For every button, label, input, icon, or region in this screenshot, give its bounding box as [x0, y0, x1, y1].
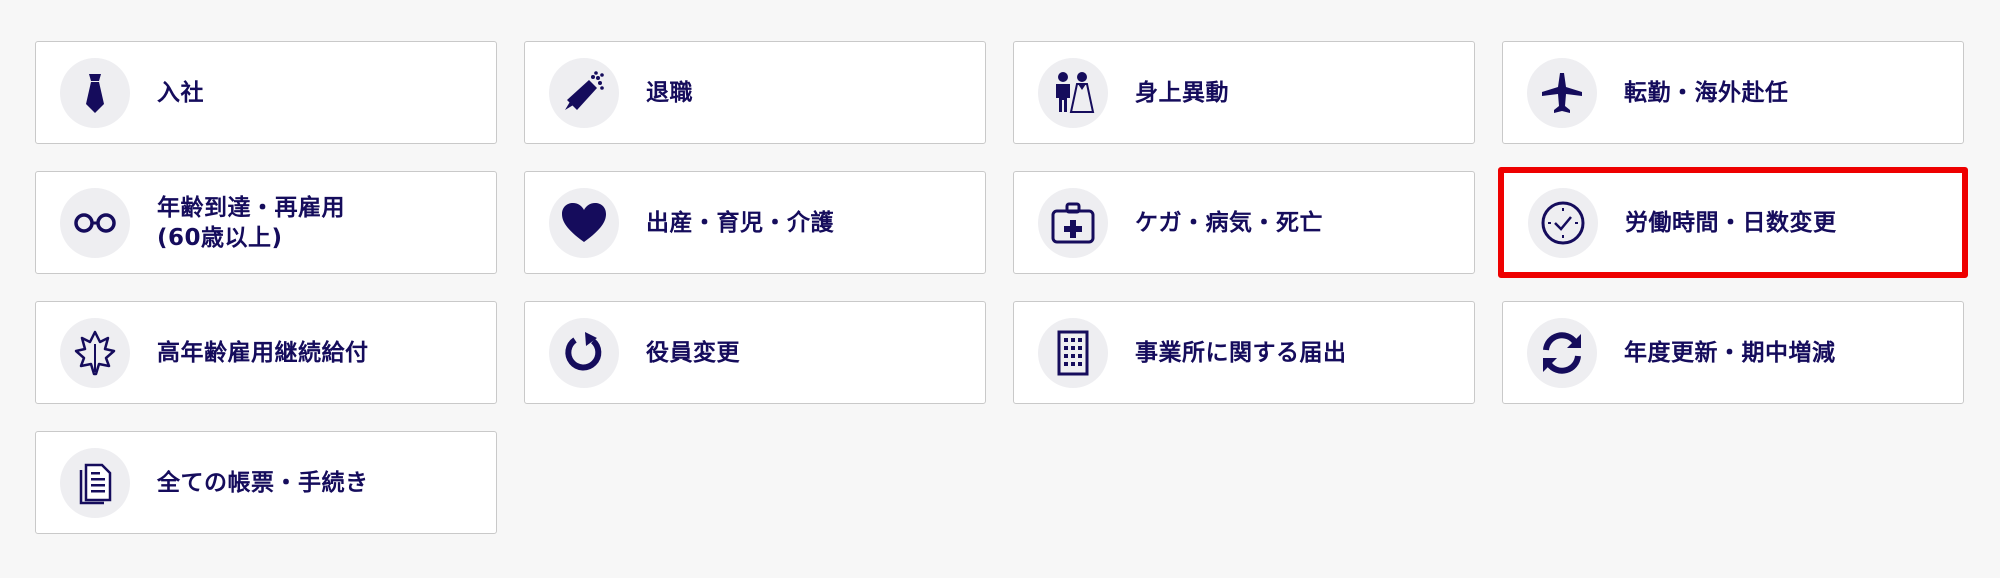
card-tenkin-kaigai[interactable]: 転勤・海外赴任 — [1502, 41, 1964, 144]
refresh-arrows-icon — [1527, 317, 1597, 388]
card-shussan-ikuji[interactable]: 出産・育児・介護 — [524, 171, 986, 274]
card-label: 高年齢雇用継続給付 — [157, 339, 369, 366]
card-label: 出産・育児・介護 — [646, 209, 834, 236]
card-nyusha[interactable]: 入社 — [35, 41, 497, 144]
card-subete-chohyo[interactable]: 全ての帳票・手続き — [35, 431, 497, 534]
card-label: ケガ・病気・死亡 — [1135, 209, 1323, 236]
card-label: 年齢到達・再雇用 (60歳以上) — [157, 194, 345, 251]
rotate-arrow-icon — [549, 317, 619, 388]
office-building-icon — [1038, 317, 1108, 388]
card-label: 労働時間・日数変更 — [1625, 209, 1837, 236]
card-nendo-koshin[interactable]: 年度更新・期中増減 — [1502, 301, 1964, 404]
glasses-icon — [60, 187, 130, 258]
airplane-icon — [1527, 57, 1597, 128]
card-label: 転勤・海外赴任 — [1624, 79, 1789, 106]
documents-icon — [60, 447, 130, 518]
card-yakuin-henko[interactable]: 役員変更 — [524, 301, 986, 404]
card-shinjo-ido[interactable]: 身上異動 — [1013, 41, 1475, 144]
card-rodo-jikan-henko[interactable]: 労働時間・日数変更 — [1498, 167, 1968, 278]
necktie-icon — [60, 57, 130, 128]
card-taishoku[interactable]: 退職 — [524, 41, 986, 144]
clock-icon — [1528, 187, 1598, 258]
card-label: 身上異動 — [1135, 79, 1229, 106]
bouquet-icon — [549, 57, 619, 128]
card-konenrei-koyo[interactable]: 高年齢雇用継続給付 — [35, 301, 497, 404]
procedure-card-grid: 入社 退職 身上異動 転勤・海外赴任 年齢到達・再雇用 (60歳以上) 出産・育… — [35, 41, 1968, 534]
card-label: 退職 — [646, 79, 693, 106]
card-label: 入社 — [157, 79, 204, 106]
card-label: 全ての帳票・手続き — [157, 469, 369, 496]
card-label: 年度更新・期中増減 — [1624, 339, 1836, 366]
card-jigyosho-todokede[interactable]: 事業所に関する届出 — [1013, 301, 1475, 404]
card-nenrei-totatsu[interactable]: 年齢到達・再雇用 (60歳以上) — [35, 171, 497, 274]
first-aid-kit-icon — [1038, 187, 1108, 258]
card-label: 役員変更 — [646, 339, 740, 366]
wedding-couple-icon — [1038, 57, 1108, 128]
card-kega-byoki[interactable]: ケガ・病気・死亡 — [1013, 171, 1475, 274]
maple-leaf-icon — [60, 317, 130, 388]
card-label: 事業所に関する届出 — [1135, 339, 1347, 366]
heart-icon — [549, 187, 619, 258]
